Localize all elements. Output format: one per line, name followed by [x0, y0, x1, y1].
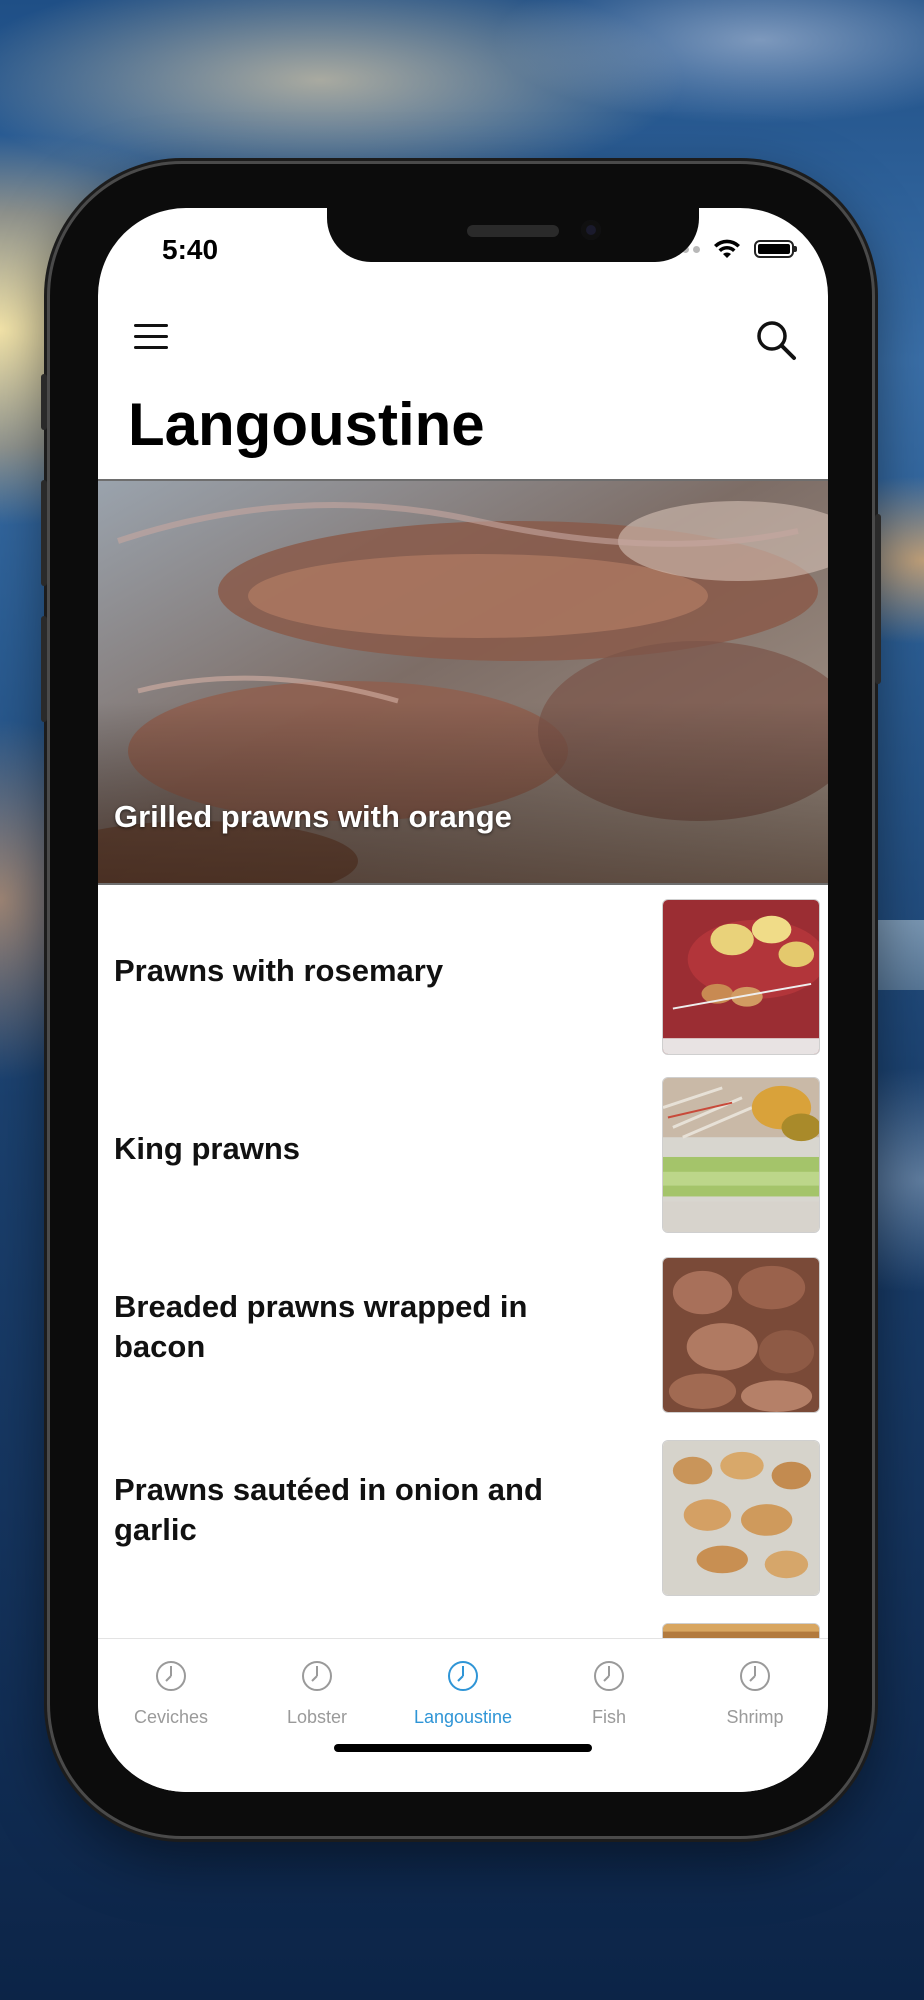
tab-label: Langoustine — [413, 1707, 513, 1727]
clock-icon — [302, 1661, 332, 1691]
front-camera — [581, 220, 601, 240]
hamburger-menu-icon[interactable] — [134, 324, 170, 352]
recipe-list-item[interactable]: Prawns sautéed in onion and garlic — [98, 1426, 828, 1596]
clock-icon — [156, 1661, 186, 1691]
featured-recipe-card[interactable]: Grilled prawns with orange — [98, 479, 828, 885]
dock-structure — [864, 920, 924, 990]
clock-icon — [740, 1661, 770, 1691]
battery-icon — [754, 240, 797, 258]
volume-up-button — [41, 480, 47, 586]
home-indicator — [334, 1744, 592, 1752]
tab-bar: Ceviches Lobster Langoustine Fish Shrimp — [98, 1638, 828, 1792]
recipe-thumbnail — [662, 1257, 820, 1413]
recipe-title: Prawns with rosemary — [114, 953, 444, 988]
mute-switch — [41, 374, 47, 430]
earpiece-speaker — [467, 225, 559, 237]
tab-label: Shrimp — [726, 1707, 784, 1727]
tab-lobster[interactable]: Lobster — [244, 1639, 390, 1749]
recipe-list-item[interactable]: King prawns — [98, 1063, 828, 1233]
featured-recipe-title: Grilled prawns with orange — [114, 799, 512, 834]
power-button — [875, 514, 881, 684]
tab-ceviches[interactable]: Ceviches — [98, 1639, 244, 1749]
recipe-list-item-partial[interactable] — [98, 1609, 828, 1639]
recipe-title: Breaded prawns wrapped in bacon — [114, 1289, 528, 1364]
phone-frame: 5:40 Langoustine Grilled prawns with ora… — [41, 164, 881, 1836]
page-title: Langoustine — [128, 391, 485, 458]
tab-fish[interactable]: Fish — [536, 1639, 682, 1749]
tab-label: Ceviches — [133, 1707, 209, 1727]
wifi-icon — [714, 239, 740, 258]
app-screen: 5:40 Langoustine Grilled prawns with ora… — [98, 208, 828, 1792]
recipe-list-item[interactable]: Breaded prawns wrapped in bacon — [98, 1243, 828, 1413]
recipe-title: Prawns sautéed in onion and garlic — [114, 1472, 543, 1547]
tab-langoustine[interactable]: Langoustine — [390, 1639, 536, 1749]
recipe-thumbnail — [662, 899, 820, 1055]
tab-label: Lobster — [286, 1707, 348, 1727]
recipe-thumbnail — [662, 1440, 820, 1596]
tab-label: Fish — [591, 1707, 626, 1727]
recipe-title: King prawns — [114, 1131, 301, 1166]
recipe-thumbnail — [662, 1077, 820, 1233]
search-icon[interactable] — [754, 318, 798, 362]
recipe-thumbnail — [662, 1623, 820, 1639]
clock-icon — [448, 1661, 478, 1691]
recipe-list-item[interactable]: Prawns with rosemary — [98, 885, 828, 1055]
status-time: 5:40 — [162, 234, 219, 265]
tab-shrimp[interactable]: Shrimp — [682, 1639, 828, 1749]
notch — [327, 208, 699, 262]
clock-icon — [594, 1661, 624, 1691]
volume-down-button — [41, 616, 47, 722]
